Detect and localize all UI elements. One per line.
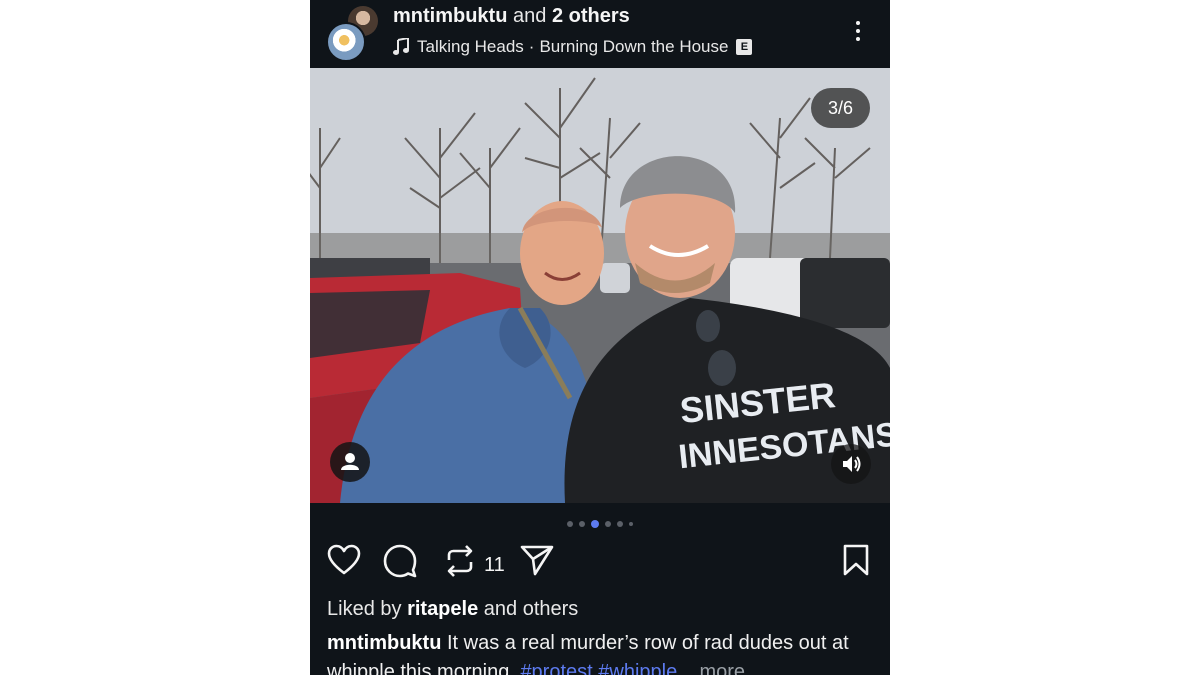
avatar-group[interactable] [326,6,382,62]
music-note-icon [393,38,409,55]
others-link[interactable]: 2 others [552,5,630,27]
likes-summary[interactable]: Liked by ritapele and others [327,598,578,621]
carousel-dot-active [591,520,599,528]
audio-track[interactable]: Talking Heads · Burning Down the House E [393,37,753,57]
author-username[interactable]: mntimbuktu [393,5,507,27]
carousel-dot [629,522,633,526]
song-separator: · [528,37,535,56]
hashtag-link[interactable]: #protest [520,661,592,675]
share-icon[interactable] [520,544,554,576]
more-link[interactable]: more [699,661,745,675]
carousel-dot [617,521,623,527]
post-caption: mntimbuktu It was a real murder’s row of… [327,629,883,675]
speaker-icon [843,456,861,472]
person-icon [341,453,359,470]
post-image[interactable]: SINSTER INNESOTANS 3/6 [310,68,890,503]
carousel-dot [605,521,611,527]
and-text: and [513,5,547,27]
carousel-dot [579,521,585,527]
repost-icon[interactable] [444,544,476,578]
avatar[interactable] [326,22,366,62]
liked-by-user[interactable]: ritapele [407,598,478,620]
repost-count: 11 [484,554,505,576]
photo-scene: SINSTER INNESOTANS [310,68,890,503]
image-counter: 3/6 [811,88,870,128]
explicit-icon: E [736,39,753,55]
post-authors: mntimbuktu and 2 others [393,5,630,28]
bookmark-icon[interactable] [842,544,870,576]
hashtag-link[interactable]: #whipple [598,661,677,675]
carousel-indicator [310,518,890,530]
post-card: mntimbuktu and 2 others Talking Heads · … [310,0,890,675]
heart-icon[interactable] [327,544,361,576]
caption-ellipsis: ... [677,661,694,675]
post-header: mntimbuktu and 2 others Talking Heads · … [310,0,890,68]
user-tag-icon[interactable] [330,442,370,482]
liked-by-prefix: Liked by [327,598,402,620]
carousel-dot [567,521,573,527]
caption-username[interactable]: mntimbuktu [327,632,441,654]
comment-icon[interactable] [383,544,417,578]
more-options-icon[interactable] [848,18,868,46]
action-bar: 11 [310,544,890,584]
volume-icon[interactable] [831,444,871,484]
song-artist: Talking Heads [417,37,524,56]
song-title: Burning Down the House [539,37,729,56]
liked-by-suffix: and others [483,598,579,620]
